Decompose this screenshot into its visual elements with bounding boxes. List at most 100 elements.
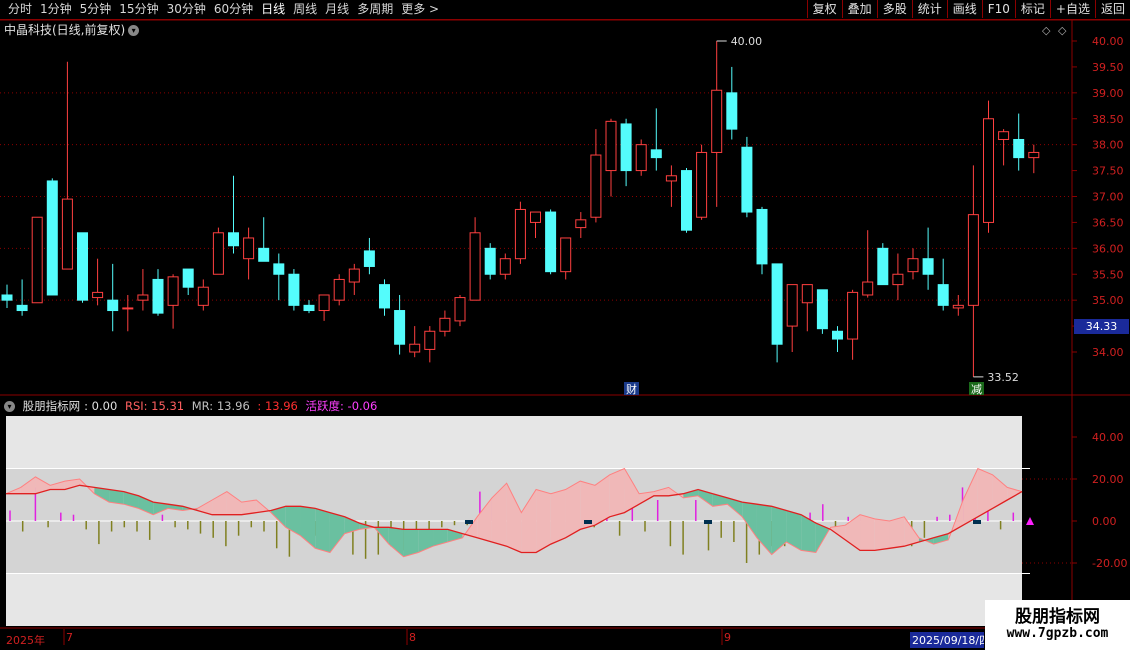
diamond-icon: ◇ [1042, 24, 1051, 37]
rsi-mr-fill [889, 516, 905, 549]
rsi-mr-fill [315, 508, 330, 553]
candle-body [484, 247, 496, 275]
candle-body [228, 232, 239, 247]
candle-body [197, 286, 209, 306]
candle-body [771, 263, 783, 345]
candle-body [560, 237, 572, 273]
candle-body [877, 247, 889, 286]
candle-body [635, 144, 647, 172]
candle-body [61, 198, 73, 270]
candle-body [681, 170, 692, 231]
indicator-menu-icon[interactable]: ▾ [4, 401, 15, 412]
candle-body [499, 258, 511, 275]
watermark-url: www.7gpzb.com [1006, 626, 1109, 641]
candle-body [424, 330, 436, 350]
signal-marker [704, 520, 712, 524]
price-axis-label: 36.50 [1092, 216, 1124, 229]
candle-body [409, 343, 421, 353]
badge-cai: 财 [626, 382, 637, 396]
candle-body [514, 208, 526, 260]
candle-body [711, 89, 723, 153]
current-price-tag: 34.33 [1074, 319, 1129, 334]
candle-body [937, 284, 949, 306]
candle-body [288, 273, 300, 306]
indicator-axis-label: 20.00 [1092, 473, 1124, 486]
chart-svg[interactable]: 40.00 39.50 39.00 38.50 38.00 37.50 37.00 36.50… [0, 0, 1130, 650]
indicator-name[interactable]: 股朋指标网 [23, 399, 81, 413]
price-axis-label: 38.00 [1092, 139, 1124, 152]
candle-body [741, 146, 753, 213]
rsi-mr-fill [565, 481, 581, 538]
price-axis-label: 40.00 [1092, 35, 1124, 48]
candle-body [847, 291, 859, 340]
candle-body [786, 284, 798, 327]
candle-body [92, 291, 104, 299]
candle-body [605, 120, 617, 172]
up-triangle-icon [1026, 517, 1034, 525]
price-axis-label: 37.00 [1092, 191, 1124, 204]
candle-body [726, 92, 738, 130]
month-label: 8 [409, 631, 416, 644]
signal-marker [584, 520, 592, 524]
candle-body [182, 268, 194, 288]
price-axis-label: 38.50 [1092, 113, 1124, 126]
candle-body [983, 118, 994, 223]
candle-body [892, 273, 904, 286]
candle-body [348, 268, 360, 283]
rsi-mr-fill [403, 529, 419, 557]
candle-body [379, 284, 390, 309]
candle-body [152, 278, 164, 314]
candle-body [665, 175, 677, 182]
candle-body [816, 289, 828, 330]
month-label: 7 [66, 631, 73, 644]
price-axis-label: 34.00 [1092, 346, 1124, 359]
candle-body [77, 232, 88, 301]
rsi-mr-fill [550, 489, 566, 545]
candle-body [303, 304, 315, 312]
candle-body [922, 258, 934, 275]
candle-body [454, 297, 466, 322]
price-axis-label: 36.00 [1092, 242, 1124, 255]
candle-body [469, 232, 481, 301]
candle-body [801, 284, 813, 304]
selected-date: 2025/09/18/四 [910, 632, 984, 648]
candle-body [167, 276, 179, 306]
candle-body [318, 294, 330, 312]
price-axis-label: 39.50 [1092, 61, 1124, 74]
indicator-rsi: RSI: 15.31 [124, 399, 185, 413]
price-axis-label: 35.00 [1092, 294, 1124, 307]
candle-body [107, 299, 119, 312]
rsi-mr-fill [860, 514, 875, 551]
rsi-mr-fill [536, 489, 551, 553]
indicator-v4: : 13.96 [257, 399, 298, 413]
candle-body [31, 216, 43, 304]
candle-body [530, 211, 541, 223]
candle-body [650, 149, 662, 159]
indicator-title: ▾ 股朋指标网: 0.00 RSI: 15.31 MR: 13.96 : 13.… [4, 398, 381, 414]
candle-body [243, 237, 255, 260]
candle-body [16, 304, 28, 312]
signal-marker [465, 520, 473, 524]
candle-body [46, 180, 58, 296]
signal-marker [973, 520, 981, 524]
watermark: 股朋指标网 www.7gpzb.com [985, 600, 1130, 650]
candle-body [832, 330, 843, 340]
candle-body [394, 310, 406, 345]
candle-body [1028, 151, 1040, 159]
candle-body [258, 247, 270, 262]
date-year: 2025年 [6, 634, 45, 647]
candle-body [998, 131, 1010, 140]
indicator-axis-label: 0.00 [1092, 515, 1117, 528]
candle-body [1, 294, 13, 301]
rsi-mr-fill [609, 468, 625, 517]
watermark-main: 股朋指标网 [1015, 607, 1100, 627]
candle-body [273, 263, 285, 275]
price-axis-label: 37.50 [1092, 165, 1124, 178]
candle-body [1013, 138, 1025, 159]
candle-body [122, 307, 134, 310]
candle-body [333, 278, 345, 301]
indicator-axis-label: 40.00 [1092, 431, 1124, 444]
indicator-mr: MR: 13.96 [191, 399, 250, 413]
candle-body [545, 211, 557, 273]
candle-body [907, 258, 919, 273]
